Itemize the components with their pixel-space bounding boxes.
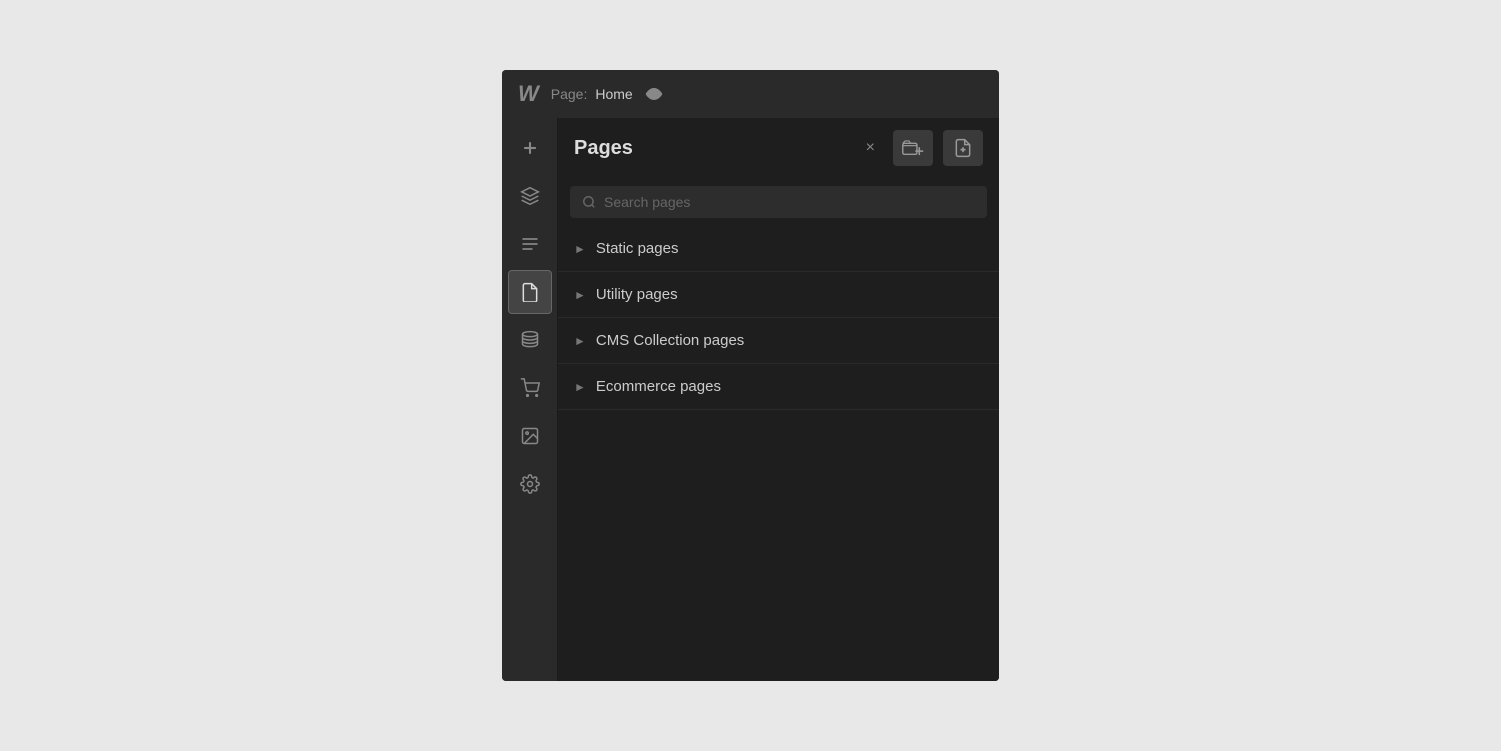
search-input[interactable] (604, 194, 975, 210)
page-group-static[interactable]: ► Static pages (558, 226, 999, 272)
gear-icon (520, 474, 540, 494)
sidebar-item-settings[interactable] (508, 462, 552, 506)
search-bar (558, 178, 999, 226)
cart-icon (520, 378, 540, 398)
top-bar: W Page: Home (502, 70, 999, 118)
sidebar-item-components[interactable] (508, 174, 552, 218)
page-group-cms[interactable]: ► CMS Collection pages (558, 318, 999, 364)
add-folder-icon (902, 139, 924, 157)
list-icon (520, 234, 540, 254)
chevron-right-icon: ► (574, 242, 586, 256)
app-window: W Page: Home (502, 70, 999, 681)
cube-icon (520, 186, 540, 206)
add-page-icon (953, 138, 973, 158)
sidebar-item-ecommerce[interactable] (508, 366, 552, 410)
pages-panel: Pages × (558, 118, 999, 681)
eye-icon (645, 85, 663, 103)
page-group-cms-label: CMS Collection pages (596, 332, 744, 349)
panel-close-button[interactable]: × (866, 139, 875, 157)
page-icon (521, 282, 539, 302)
database-icon (520, 330, 540, 350)
image-icon (520, 426, 540, 446)
sidebar-item-pages[interactable] (508, 270, 552, 314)
preview-button[interactable] (641, 81, 667, 107)
chevron-right-icon: ► (574, 334, 586, 348)
page-group-ecommerce[interactable]: ► Ecommerce pages (558, 364, 999, 410)
add-page-button[interactable] (943, 130, 983, 166)
sidebar (502, 118, 558, 681)
sidebar-item-navigator[interactable] (508, 222, 552, 266)
page-groups-list: ► Static pages ► Utility pages ► CMS Col… (558, 226, 999, 681)
search-icon (582, 195, 596, 209)
page-group-utility-label: Utility pages (596, 286, 678, 303)
page-group-static-label: Static pages (596, 240, 679, 257)
chevron-right-icon: ► (574, 380, 586, 394)
add-folder-button[interactable] (893, 130, 933, 166)
webflow-logo: W (518, 81, 539, 107)
sidebar-item-cms[interactable] (508, 318, 552, 362)
page-label: Page: (551, 86, 588, 102)
panel-title: Pages (574, 137, 858, 160)
sidebar-item-add[interactable] (508, 126, 552, 170)
plus-icon (520, 138, 540, 158)
sidebar-item-assets[interactable] (508, 414, 552, 458)
page-name: Home (595, 86, 632, 102)
search-input-wrapper (570, 186, 987, 218)
page-group-utility[interactable]: ► Utility pages (558, 272, 999, 318)
page-group-ecommerce-label: Ecommerce pages (596, 378, 721, 395)
panel-header: Pages × (558, 118, 999, 178)
main-area: Pages × (502, 118, 999, 681)
chevron-right-icon: ► (574, 288, 586, 302)
